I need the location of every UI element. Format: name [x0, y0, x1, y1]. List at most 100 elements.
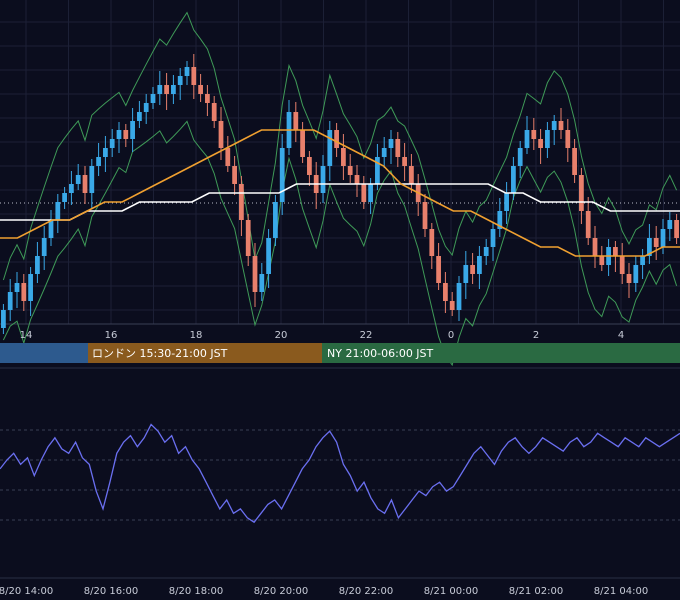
time-tick-label: 8/20 22:00	[339, 586, 393, 597]
candle-body	[245, 220, 251, 256]
candle-body	[218, 121, 224, 148]
candle-body	[388, 139, 394, 148]
candle-body	[490, 229, 496, 247]
candle-body	[259, 274, 265, 292]
candle-body	[368, 184, 373, 202]
candle-body	[483, 247, 489, 256]
session-ny-label: NY 21:00-06:00 JST	[327, 347, 434, 360]
candle-body	[41, 238, 47, 256]
candle-body	[293, 112, 299, 130]
price-tick-label: 16	[105, 330, 118, 341]
candle-body	[551, 121, 557, 130]
candle-body	[48, 220, 54, 238]
candle-body	[191, 67, 197, 85]
candle-body	[667, 220, 673, 229]
price-tick-label: 0	[448, 330, 454, 341]
candle-body	[477, 256, 482, 274]
candle-body	[443, 283, 448, 301]
price-tick-label: 2	[533, 330, 539, 341]
candle-body	[55, 202, 61, 220]
candle-body	[116, 130, 122, 139]
time-tick-label: 8/20 14:00	[0, 586, 53, 597]
candle-body	[82, 175, 88, 193]
candle-body	[347, 166, 353, 175]
candle-body	[211, 103, 217, 121]
candle-body	[334, 130, 339, 148]
candle-body	[429, 229, 435, 256]
candle-body	[205, 94, 210, 103]
candle-body	[463, 265, 469, 283]
price-tick-label: 14	[20, 330, 33, 341]
candle-body	[89, 166, 95, 193]
candle-body	[232, 166, 237, 184]
candle-body	[7, 292, 13, 310]
candle-body	[157, 85, 163, 94]
time-tick-label: 8/21 00:00	[424, 586, 478, 597]
price-tick-label: 4	[618, 330, 624, 341]
candle-body	[354, 175, 360, 184]
candle-body	[123, 130, 129, 139]
session-tokyo-band	[0, 343, 88, 363]
price-tick-label: 20	[275, 330, 288, 341]
candle-body	[633, 265, 639, 283]
candle-body	[198, 85, 203, 94]
candle-body	[674, 220, 679, 238]
candle-body	[130, 121, 135, 139]
candle-body	[75, 175, 81, 184]
candle-body	[613, 247, 618, 256]
candle-body	[184, 67, 190, 76]
candle-body	[626, 274, 632, 283]
candle-body	[619, 256, 625, 274]
candle-body	[599, 256, 605, 265]
candle-body	[327, 130, 333, 166]
candle-body	[164, 85, 169, 94]
candle-body	[266, 238, 271, 274]
candle-body	[402, 157, 407, 166]
candle-body	[579, 175, 584, 211]
candle-body	[456, 283, 462, 310]
candle-body	[14, 283, 20, 292]
candle-body	[592, 238, 598, 256]
candle-body	[150, 94, 156, 103]
candle-body	[585, 211, 591, 238]
candle-body	[572, 148, 577, 175]
candle-body	[538, 139, 543, 148]
candle-body	[653, 238, 659, 247]
candle-body	[252, 256, 258, 292]
candle-body	[511, 166, 516, 193]
candle-body	[558, 121, 564, 130]
candle-body	[341, 148, 346, 166]
candle-body	[137, 112, 142, 121]
candle-body	[449, 301, 455, 310]
candle-body	[300, 130, 305, 157]
candle-body	[69, 184, 74, 193]
candle-body	[436, 256, 441, 283]
chart-root: 14 16 18 20 22 0 2 4 ロンドン 15:30-21:00 JS…	[0, 0, 680, 600]
candle-body	[524, 130, 530, 148]
candle-body	[320, 166, 326, 193]
session-bar: ロンドン 15:30-21:00 JST NY 21:00-06:00 JST	[0, 343, 680, 363]
candle-body	[531, 130, 537, 139]
time-tick-label: 8/20 18:00	[169, 586, 223, 597]
candle-body	[62, 193, 67, 202]
candle-body	[273, 202, 278, 238]
candle-body	[225, 148, 231, 166]
candle-body	[395, 139, 401, 157]
price-tick-label: 18	[190, 330, 203, 341]
candle-body	[28, 274, 33, 301]
time-tick-label: 8/21 04:00	[594, 586, 648, 597]
time-tick-label: 8/20 20:00	[254, 586, 308, 597]
candle-body	[660, 229, 666, 247]
candle-body	[171, 85, 176, 94]
candle-body	[177, 76, 183, 85]
candle-body	[109, 139, 115, 148]
candle-body	[21, 283, 27, 301]
candle-body	[470, 265, 475, 274]
candle-body	[409, 166, 414, 184]
candle-body	[307, 157, 312, 175]
candle-body	[422, 202, 428, 229]
candle-body	[381, 148, 387, 157]
candle-body	[640, 256, 645, 265]
candle-body	[361, 184, 367, 202]
session-london-label: ロンドン 15:30-21:00 JST	[92, 347, 228, 360]
